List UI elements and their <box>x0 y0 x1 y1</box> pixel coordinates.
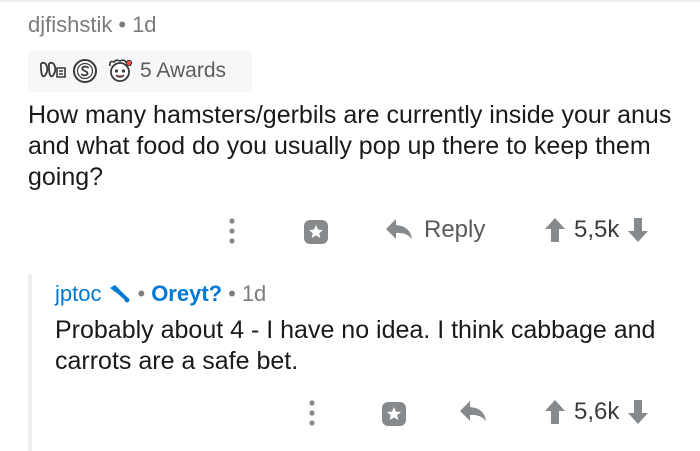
comment-age: 1d <box>132 12 157 37</box>
reply-button[interactable] <box>458 398 488 426</box>
reply-age: 1d <box>241 281 267 306</box>
upvote-arrow-icon <box>545 218 565 242</box>
vote-score: 5,6k <box>574 398 620 425</box>
vote-controls: 5,5k <box>544 216 649 244</box>
reply-actions: 5,6k <box>0 392 700 436</box>
reply-arrow-icon <box>386 219 412 239</box>
meta-separator: • <box>228 281 236 306</box>
downvote-button[interactable] <box>627 398 649 426</box>
more-options-button[interactable] <box>306 398 318 428</box>
reply-body: Probably about 4 - I have no idea. I thi… <box>55 316 656 375</box>
give-award-button[interactable] <box>378 398 410 430</box>
reply-meta: jptoc • Oreyt? • 1d <box>55 281 266 307</box>
comment-username[interactable]: djfishstik <box>28 12 112 37</box>
moderator-shield-icon <box>107 283 131 305</box>
more-options-icon <box>309 400 315 426</box>
award-icon <box>304 220 328 244</box>
awards-count: 5 Awards <box>140 59 226 82</box>
downvote-button[interactable] <box>627 216 649 244</box>
upvote-button[interactable] <box>544 398 566 426</box>
top-divider <box>0 0 700 2</box>
more-options-button[interactable] <box>226 216 238 246</box>
user-flair: Oreyt? <box>151 281 223 306</box>
comment-meta: djfishstik • 1d <box>28 12 157 38</box>
downvote-arrow-icon <box>628 218 649 242</box>
comment-body: How many hamsters/gerbils are currently … <box>28 101 672 191</box>
awards-bar[interactable]: 5 Awards <box>28 50 252 92</box>
downvote-arrow-icon <box>628 400 649 424</box>
bravo-award-icon <box>38 59 68 83</box>
meta-separator: • <box>137 281 146 306</box>
reply-button[interactable]: Reply <box>384 216 485 244</box>
silver-coin-award-icon <box>72 58 98 84</box>
vote-controls: 5,6k <box>544 398 649 426</box>
reply-arrow-icon <box>460 401 486 421</box>
comment-actions: Reply 5,5k <box>0 210 700 254</box>
upvote-arrow-icon <box>545 400 565 424</box>
give-award-button[interactable] <box>300 216 332 248</box>
more-options-icon <box>229 218 235 244</box>
wholesome-award-icon <box>106 57 134 85</box>
meta-separator: • <box>118 12 127 37</box>
upvote-button[interactable] <box>544 216 566 244</box>
reply-label: Reply <box>424 216 486 243</box>
reply-username[interactable]: jptoc <box>55 281 101 307</box>
award-icon <box>382 402 406 426</box>
vote-score: 5,5k <box>574 216 620 243</box>
